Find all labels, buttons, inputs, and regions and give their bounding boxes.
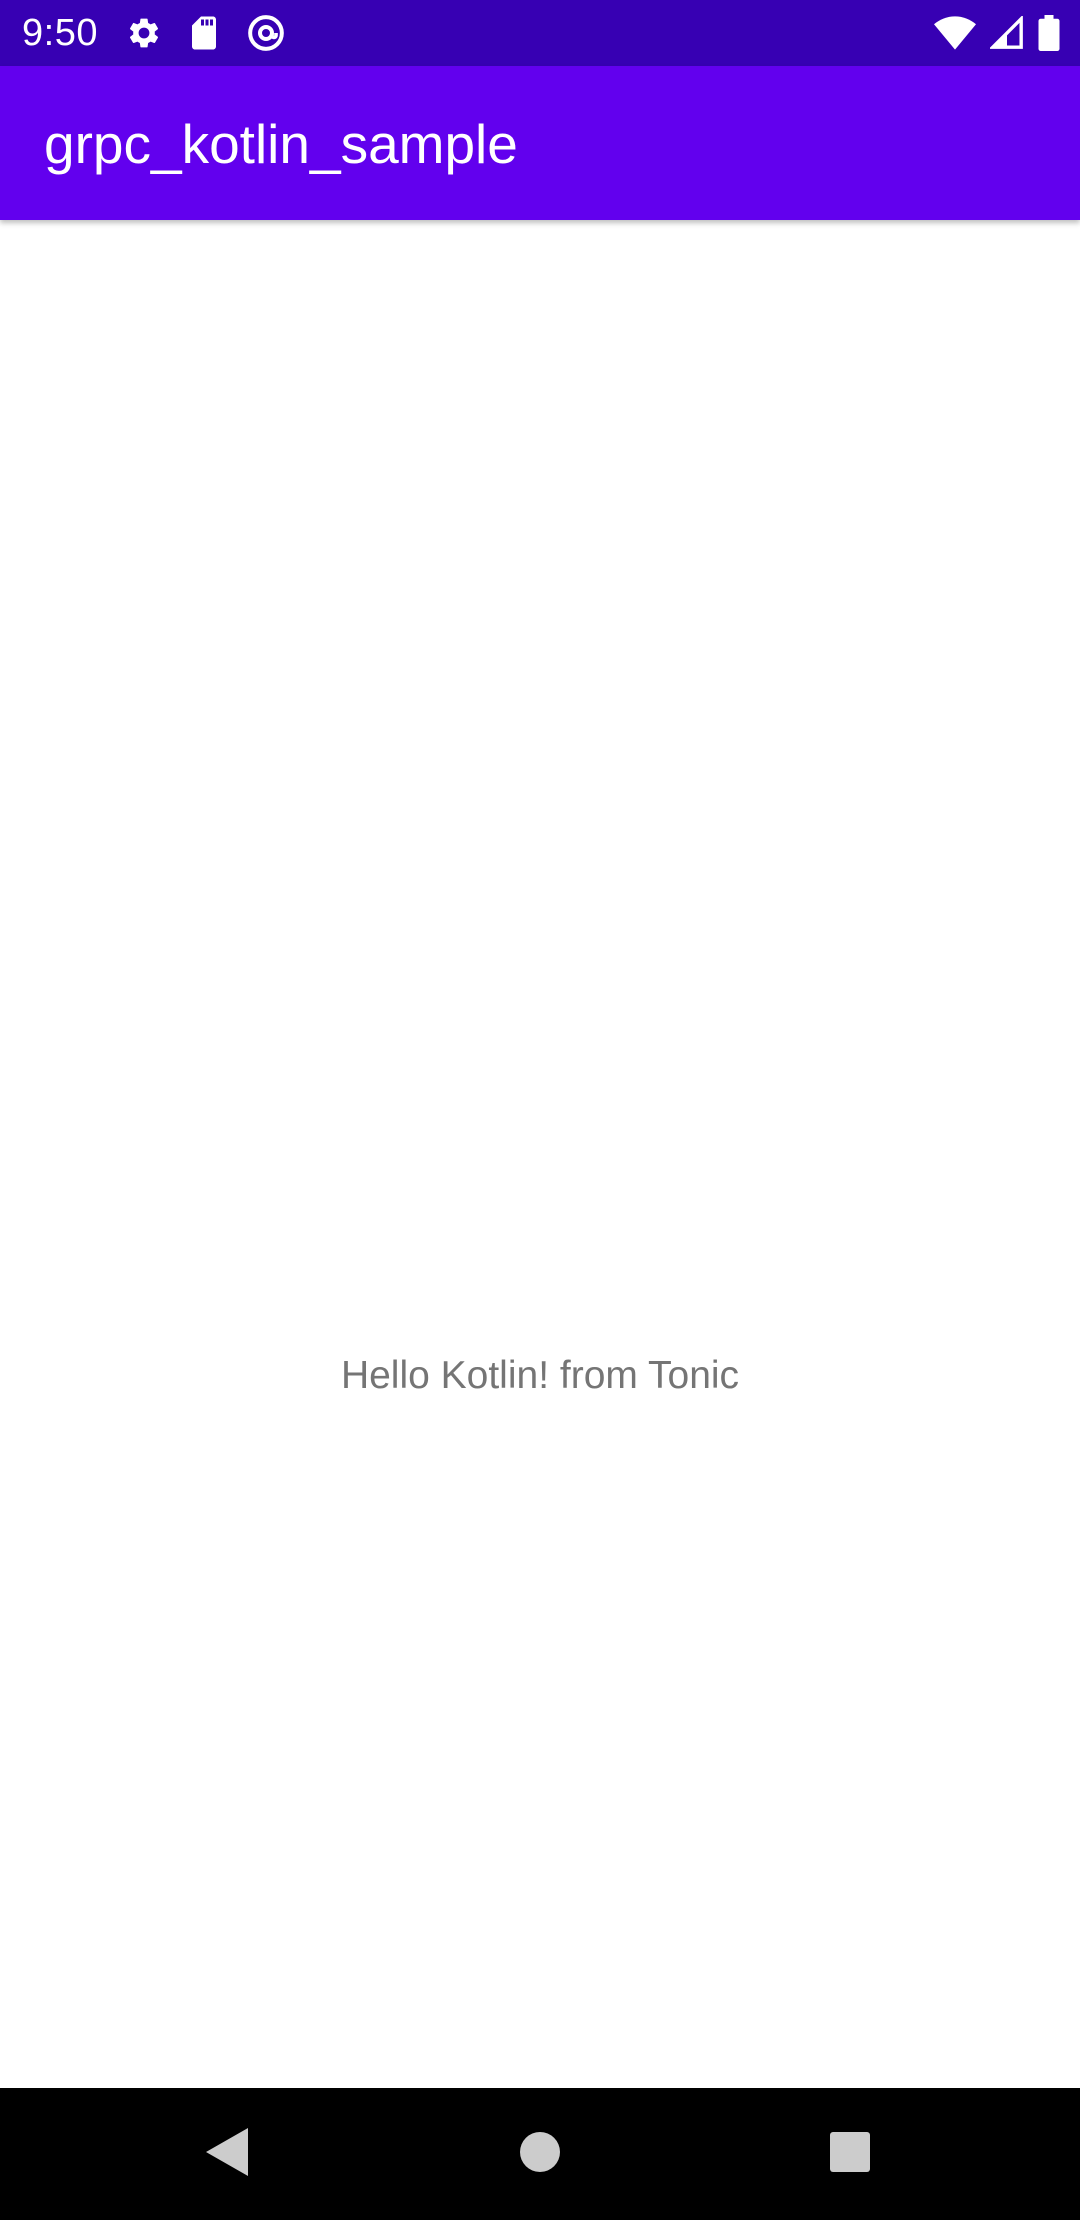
status-bar: 9:50 [0, 0, 1080, 66]
app-title: grpc_kotlin_sample [44, 113, 518, 175]
status-system-icons [934, 14, 1060, 52]
status-time: 9:50 [22, 12, 98, 54]
battery-icon [1038, 15, 1060, 51]
settings-gear-icon [126, 15, 162, 51]
recents-icon [829, 2131, 871, 2178]
back-icon [202, 2126, 250, 2183]
main-content: Hello Kotlin! from Tonic [0, 220, 1080, 2088]
home-button[interactable] [510, 2124, 570, 2184]
greeting-text: Hello Kotlin! from Tonic [340, 1354, 740, 1397]
navigation-bar [0, 2088, 1080, 2220]
recents-button[interactable] [820, 2124, 880, 2184]
home-icon [519, 2131, 561, 2178]
wifi-icon [934, 16, 976, 50]
back-button[interactable] [196, 2124, 256, 2184]
app-screen: 9:50 grpc_kotlin_sample Hello Kotlin! fr… [0, 0, 1080, 2220]
status-notification-icons [126, 14, 286, 52]
app-bar: grpc_kotlin_sample [0, 66, 1080, 220]
cellular-signal-icon [990, 16, 1024, 50]
sd-card-icon [188, 15, 220, 51]
vpn-at-icon [246, 13, 286, 53]
